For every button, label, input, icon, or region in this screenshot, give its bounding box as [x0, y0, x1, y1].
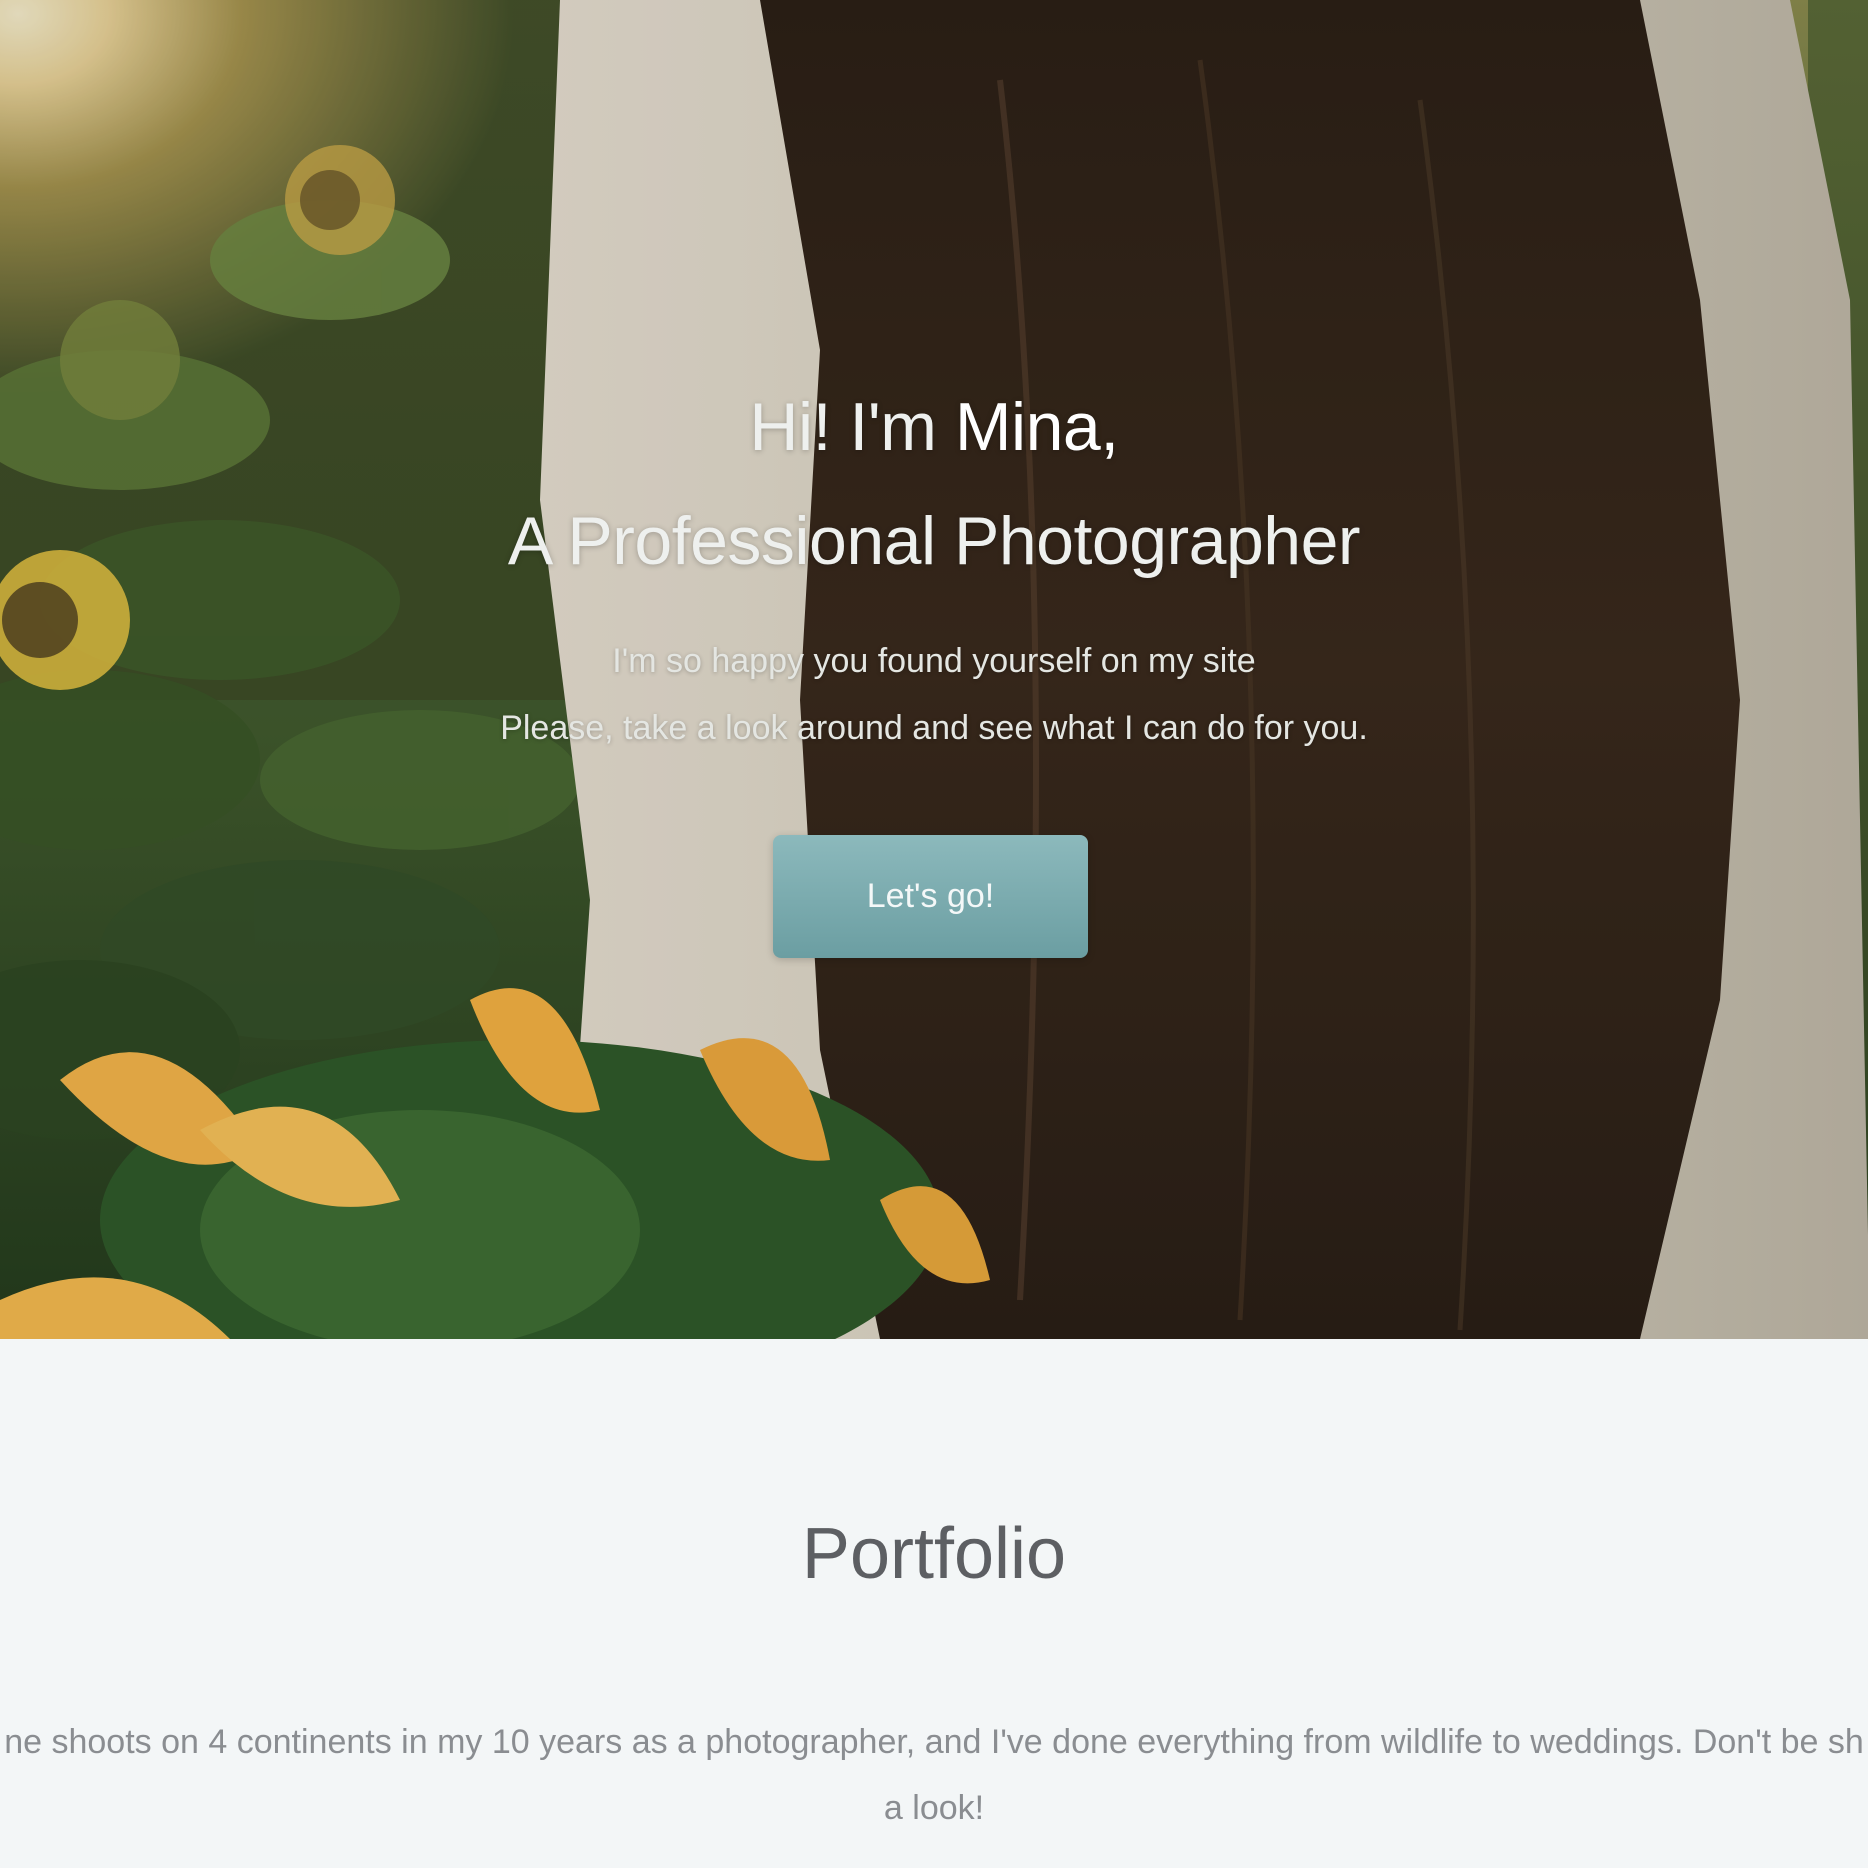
lets-go-button[interactable]: Let's go!	[773, 835, 1088, 958]
portfolio-description-line1: ne shoots on 4 continents in my 10 years…	[4, 1723, 1864, 1761]
hero-subtitle: I'm so happy you found yourself on my si…	[0, 628, 1868, 762]
hero-heading: Hi! I'm Mina, A Professional Photographe…	[0, 370, 1868, 598]
hero-section: Hi! I'm Mina, A Professional Photographe…	[0, 0, 1868, 1339]
portfolio-description-line2: a look!	[883, 1789, 985, 1827]
hero-greeting: Hi! I'm	[749, 389, 955, 465]
hero-subtitle-line1: I'm so happy you found yourself on my si…	[612, 642, 1256, 680]
hero-subtitle-line2: Please, take a look around and see what …	[500, 709, 1368, 747]
hero-name: Mina,	[954, 389, 1119, 465]
portfolio-description: ne shoots on 4 continents in my 10 years…	[0, 1709, 1868, 1841]
portfolio-section: Portfolio ne shoots on 4 continents in m…	[0, 1339, 1868, 1868]
page: Hi! I'm Mina, A Professional Photographe…	[0, 0, 1868, 1868]
portfolio-title: Portfolio	[801, 1514, 1067, 1594]
hero-role: A Professional Photographer	[507, 503, 1361, 579]
